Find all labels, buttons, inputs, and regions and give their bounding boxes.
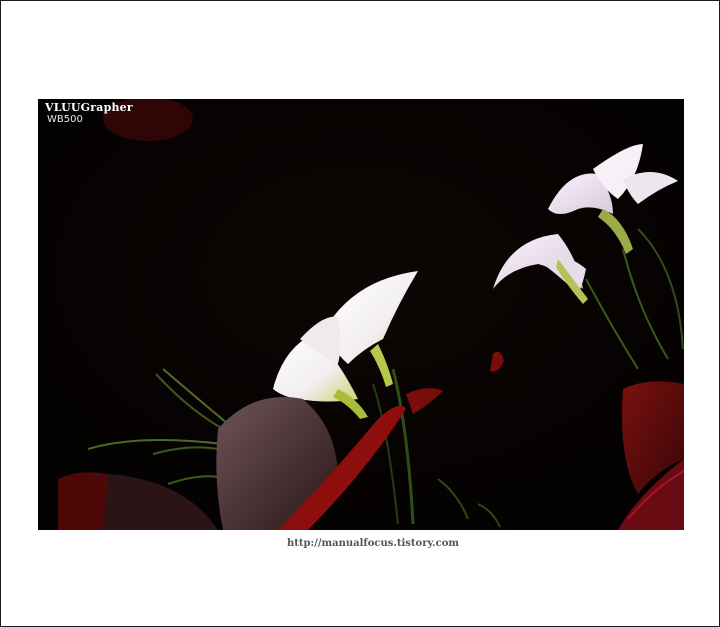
caption-url[interactable]: http://manualfocus.tistory.com — [1, 538, 720, 549]
flower-photo-artwork — [38, 99, 684, 530]
watermark-model: WB500 — [47, 114, 83, 125]
watermark-brand: VLUUGrapher — [45, 101, 133, 114]
white-frame: VLUUGrapher WB500 http://manualfocus.tis… — [0, 0, 720, 627]
flower-photo: VLUUGrapher WB500 — [38, 99, 684, 530]
